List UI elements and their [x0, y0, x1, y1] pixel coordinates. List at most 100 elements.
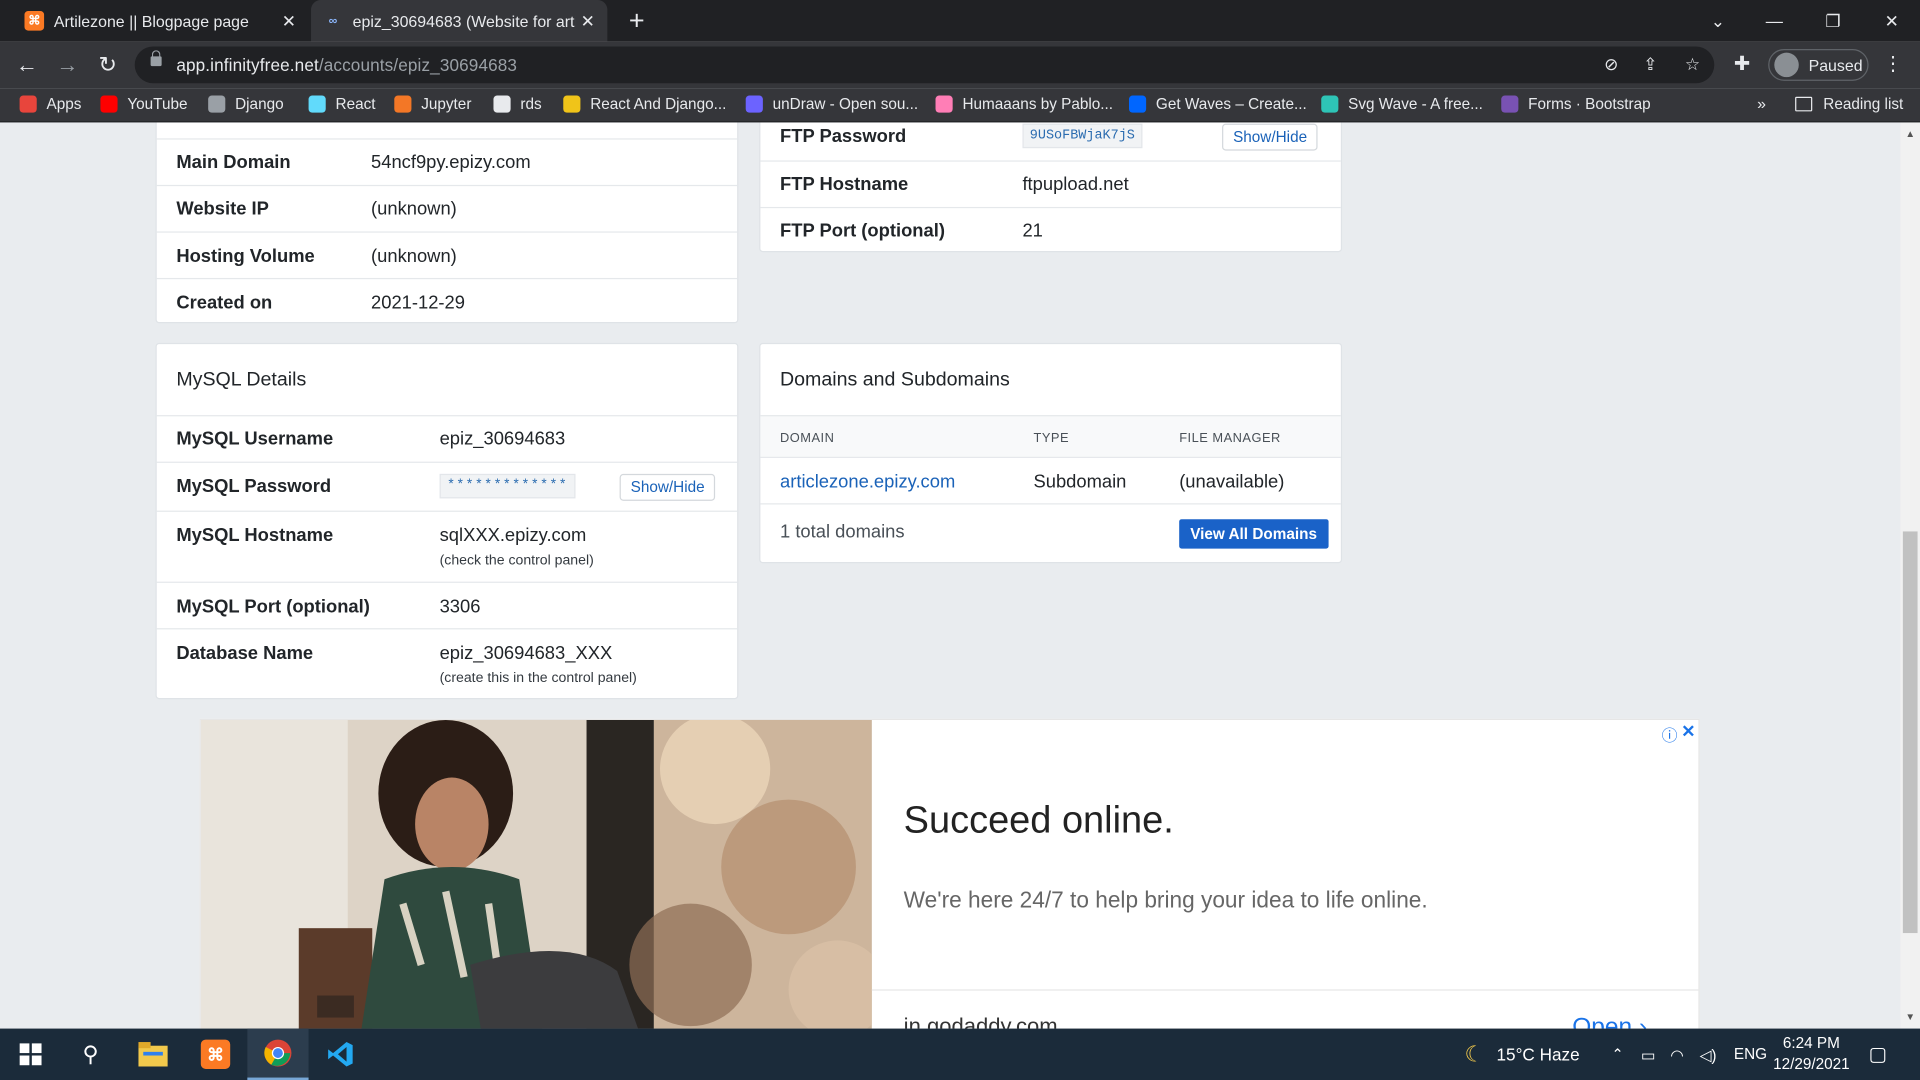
table-row: FTP Hostname ftpupload.net — [760, 160, 1341, 207]
eye-slash-icon[interactable]: ⊘ — [1604, 54, 1618, 75]
row-label: FTP Port (optional) — [780, 220, 945, 242]
notifications-icon[interactable]: ▢ — [1869, 1029, 1888, 1080]
scrollbar-thumb[interactable] — [1902, 531, 1918, 934]
new-tab-button[interactable]: + — [622, 5, 651, 37]
ad-close-icon[interactable]: ✕ — [1681, 721, 1695, 742]
bookmark-favicon-icon — [1128, 95, 1147, 113]
close-window-icon[interactable]: ✕ — [1864, 0, 1920, 42]
row-value: 21 — [1022, 220, 1043, 242]
bookmark-favicon-icon — [493, 95, 511, 113]
tab-title: epiz_30694683 (Website for articl — [352, 11, 576, 31]
database-name-value: epiz_30694683_XXX — [439, 642, 613, 664]
table-row: FTP Port (optional) 21 — [760, 206, 1341, 254]
menu-kebab-icon[interactable]: ⋮ — [1883, 51, 1903, 75]
bookmark-item[interactable]: unDraw - Open sou... — [745, 95, 918, 113]
row-label: Website IP — [176, 198, 269, 220]
address-bar[interactable]: app.infinityfree.net/accounts/epiz_30694… — [134, 46, 1715, 84]
mysql-details-card: MySQL Details MySQL Username epiz_306946… — [155, 342, 739, 700]
scroll-down-arrow-icon[interactable]: ▼ — [1905, 1011, 1915, 1022]
wifi-icon[interactable]: ◠ — [1670, 1029, 1683, 1080]
row-label: FTP Hostname — [780, 173, 909, 195]
ad-open-button[interactable]: Open › — [1572, 1014, 1647, 1029]
clock-time: 6:24 PM — [1782, 1034, 1840, 1052]
vscode-taskbar-icon[interactable] — [310, 1029, 371, 1080]
bookmark-favicon-icon — [563, 95, 581, 113]
forward-arrow-icon[interactable]: → — [54, 51, 81, 78]
bookmark-label: Django — [235, 95, 284, 113]
chrome-taskbar-icon[interactable] — [247, 1028, 309, 1080]
bookmark-label: Humaaans by Pablo... — [962, 95, 1114, 113]
page-content: Main Domain 54ncf9py.epizy.com Website I… — [0, 122, 1901, 1029]
tray-chevron-icon[interactable]: ⌃ — [1611, 1029, 1623, 1080]
page-scrollbar[interactable]: ▲ ▼ — [1900, 122, 1920, 1029]
bookmark-item[interactable]: Apps — [19, 95, 81, 113]
ad-domain[interactable]: in.godaddy.com — [904, 1014, 1058, 1029]
table-row: MySQL Port (optional) 3306 — [156, 581, 738, 629]
bookmark-item[interactable]: Svg Wave - A free... — [1321, 95, 1483, 113]
godaddy-ad-banner[interactable]: ⓘ ✕ Succeed online. We're here 24/7 to h… — [199, 718, 1700, 1029]
tab-search-chevron-icon[interactable]: ⌄ — [1690, 0, 1746, 42]
table-row: Website IP (unknown) — [156, 184, 738, 232]
bookmark-favicon-icon — [1321, 95, 1339, 113]
bookmark-item[interactable]: Get Waves – Create... — [1128, 95, 1307, 113]
mysql-port-label: MySQL Port (optional) — [176, 596, 370, 618]
url-text[interactable]: app.infinityfree.net/accounts/epiz_30694… — [176, 55, 517, 75]
tab-artilezone[interactable]: ⌘ Artilezone || Blogpage page ✕ — [10, 0, 309, 42]
weather-text: 15°C Haze — [1496, 1044, 1580, 1065]
close-tab-icon[interactable]: ✕ — [576, 10, 600, 31]
ftp-show-hide-button[interactable]: Show/Hide — [1222, 123, 1319, 151]
row-label: Hosting Volume — [176, 246, 315, 267]
language-indicator[interactable]: ENG — [1734, 1029, 1767, 1080]
search-icon[interactable]: ⚲ — [60, 1029, 121, 1080]
bookmark-item[interactable]: rds — [493, 95, 542, 113]
profile-button[interactable]: Paused — [1768, 48, 1869, 81]
table-row: Main Domain 54ncf9py.epizy.com — [156, 138, 738, 185]
xampp-taskbar-icon[interactable]: ⌘ — [185, 1029, 246, 1080]
mysql-card-title: MySQL Details — [176, 369, 307, 391]
file-explorer-icon[interactable] — [122, 1029, 183, 1080]
bookmark-item[interactable]: Forms · Bootstrap — [1501, 95, 1651, 113]
scroll-up-arrow-icon[interactable]: ▲ — [1905, 129, 1915, 140]
bookmark-item[interactable]: Jupyter — [394, 95, 471, 113]
row-value: (unknown) — [371, 246, 457, 267]
weather-widget[interactable]: ☾ 15°C Haze — [1465, 1029, 1580, 1080]
volume-icon[interactable]: ◁) — [1700, 1029, 1717, 1080]
share-icon[interactable]: ⇪ — [1643, 54, 1657, 75]
mysql-hostname-value: sqlXXX.epizy.com — [439, 525, 587, 547]
bookmark-star-icon[interactable]: ☆ — [1685, 54, 1700, 75]
lock-icon[interactable] — [150, 50, 162, 67]
row-value: (unknown) — [371, 198, 457, 220]
bookmark-label: rds — [520, 95, 542, 113]
reading-list-icon — [1795, 96, 1813, 112]
mysql-username-value: epiz_30694683 — [439, 428, 566, 450]
domain-link[interactable]: articlezone.epizy.com — [780, 471, 955, 492]
close-tab-icon[interactable]: ✕ — [277, 10, 301, 31]
extensions-puzzle-icon[interactable]: ✚ — [1734, 51, 1750, 75]
ad-photo-woman-laptop — [200, 720, 872, 1029]
tab-epiz-account[interactable]: ∞ epiz_30694683 (Website for articl ✕ — [311, 0, 608, 42]
bookmark-favicon-icon — [100, 95, 118, 113]
bookmark-item[interactable]: Django — [208, 95, 284, 113]
restore-window-icon[interactable]: ❐ — [1805, 0, 1861, 42]
clock[interactable]: 6:24 PM 12/29/2021 — [1773, 1029, 1850, 1080]
windows-start-icon[interactable] — [0, 1029, 61, 1080]
back-arrow-icon[interactable]: ← — [13, 51, 40, 78]
view-all-domains-button[interactable]: View All Domains — [1179, 519, 1328, 549]
minimize-window-icon[interactable]: — — [1746, 0, 1802, 42]
bookmark-item[interactable]: YouTube — [100, 95, 188, 113]
xampp-favicon-icon: ⌘ — [24, 11, 45, 31]
column-header: FILE MANAGER — [1179, 431, 1281, 446]
reload-icon[interactable]: ↻ — [94, 51, 121, 78]
more-bookmarks-button[interactable]: » — [1757, 94, 1766, 112]
mysql-show-hide-button[interactable]: Show/Hide — [619, 473, 716, 501]
battery-icon[interactable]: ▭ — [1641, 1029, 1655, 1080]
bookmark-item[interactable]: Humaaans by Pablo... — [935, 95, 1114, 113]
bookmark-favicon-icon — [208, 95, 226, 113]
reading-list-button[interactable]: Reading list — [1795, 96, 1903, 113]
bookmark-item[interactable]: React — [308, 95, 376, 113]
ftp-password-label: FTP Password — [780, 126, 907, 147]
ad-headline: Succeed online. — [903, 798, 1174, 842]
bookmark-item[interactable]: React And Django... — [563, 95, 726, 113]
table-row: Database Name epiz_30694683_XXX (create … — [156, 628, 738, 700]
ad-info-icon[interactable]: ⓘ — [1662, 722, 1678, 745]
